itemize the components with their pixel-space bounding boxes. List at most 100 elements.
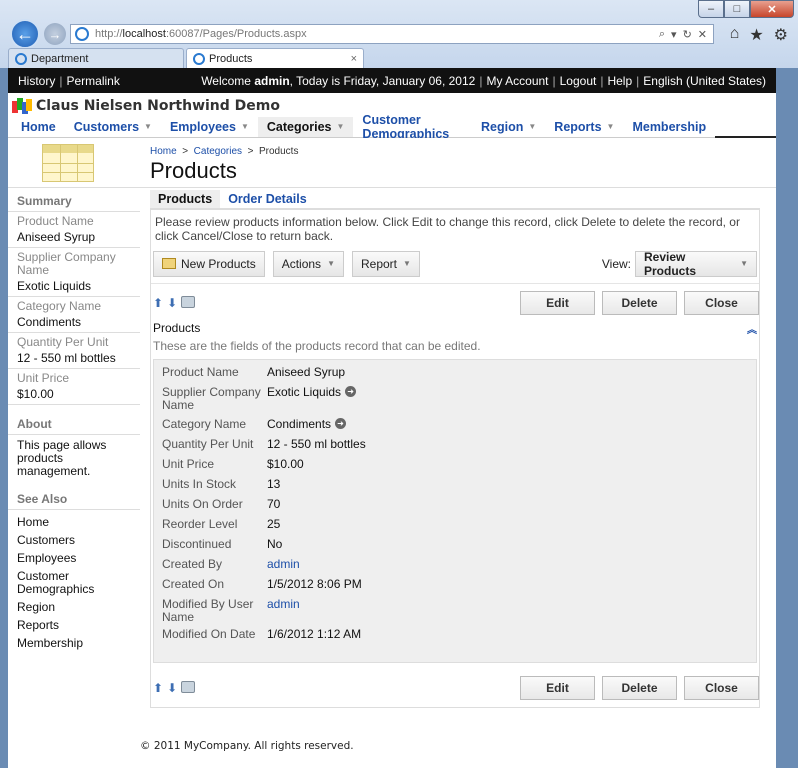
chevron-down-icon: ▼	[144, 122, 152, 131]
view-label: View:	[601, 256, 631, 271]
menu-region[interactable]: Region ▼	[472, 117, 545, 137]
summary-value: $10.00	[8, 386, 140, 405]
collapse-icon[interactable]: ︽	[747, 321, 757, 336]
menu-customers[interactable]: Customers ▼	[65, 117, 161, 137]
maximize-button[interactable]: □	[724, 0, 750, 18]
tab-products[interactable]: Products	[150, 190, 221, 208]
footer-copyright: © 2011 MyCompany. All rights reserved.	[140, 740, 354, 752]
field-row: Created On 1/5/2012 8:06 PM	[154, 576, 756, 596]
delete-button[interactable]: Delete	[602, 290, 677, 315]
menu-home[interactable]: Home	[12, 117, 65, 137]
address-bar[interactable]: http://localhost:60087/Pages/Products.as…	[70, 24, 714, 44]
menu-reports[interactable]: Reports ▼	[545, 117, 623, 137]
menu-underline	[715, 116, 776, 138]
field-label: Supplier Company Name	[162, 385, 261, 412]
chevron-down-icon: ▼	[327, 259, 335, 268]
forward-button[interactable]: →	[44, 23, 66, 45]
top-bar: History | Permalink Welcome admin, Today…	[8, 68, 776, 93]
modified-by-link[interactable]: admin	[267, 598, 300, 624]
edit-button[interactable]: Edit	[520, 290, 595, 315]
actions-button[interactable]: Actions ▼	[272, 250, 344, 277]
chevron-down-icon: ▼	[336, 122, 345, 131]
browser-tab-products[interactable]: Products ×	[186, 48, 364, 68]
close-button[interactable]: Close	[684, 290, 759, 315]
logout-link[interactable]: Logout	[560, 74, 597, 88]
compat-icon[interactable]: ▾	[671, 28, 677, 41]
breadcrumb-categories[interactable]: Categories	[194, 146, 242, 157]
new-products-button[interactable]: New Products	[153, 250, 265, 277]
field-label: Units In Stock	[162, 477, 237, 491]
field-row: Product Name Aniseed Syrup	[154, 364, 756, 384]
menu-categories[interactable]: Categories ▼	[257, 116, 354, 137]
created-by-link[interactable]: admin	[267, 558, 300, 574]
summary-label: Category Name	[17, 299, 102, 313]
edit-button[interactable]: Edit	[520, 676, 595, 700]
view-select[interactable]: Review Products ▼	[635, 250, 757, 278]
field-label: Created On	[162, 577, 225, 591]
favorites-star-icon[interactable]: ★	[749, 25, 763, 45]
stop-icon[interactable]: ✕	[698, 28, 707, 41]
field-value: Exotic Liquids ➜	[267, 386, 357, 412]
see-also-customers[interactable]: Customers	[8, 531, 140, 549]
print-icon[interactable]	[181, 295, 196, 308]
help-link[interactable]: Help	[607, 74, 632, 88]
field-value: 25	[267, 517, 281, 531]
section-title: Products ︽	[153, 321, 757, 336]
field-value: 13	[267, 477, 281, 491]
field-row: Modified On Date 1/6/2012 1:12 AM	[154, 626, 756, 646]
see-also-membership[interactable]: Membership	[8, 634, 140, 652]
summary-value: Condiments	[8, 314, 140, 333]
see-also-region[interactable]: Region	[8, 598, 140, 616]
menu-membership[interactable]: Membership	[623, 117, 715, 137]
field-value: $10.00	[267, 457, 304, 471]
search-icon[interactable]: ⌕	[659, 28, 665, 41]
see-also-employees[interactable]: Employees	[8, 549, 140, 567]
tab-order-details[interactable]: Order Details	[220, 190, 315, 208]
breadcrumb: Home > Categories > Products	[150, 146, 299, 157]
field-row: Unit Price $10.00	[154, 456, 756, 476]
main-content: Products Order Details Please review pro…	[150, 188, 760, 708]
field-row: Category Name Condiments ➜	[154, 416, 756, 436]
back-button[interactable]: ←	[10, 19, 40, 49]
previous-record-icon[interactable]: ⬆	[153, 681, 163, 695]
permalink-link[interactable]: Permalink	[66, 74, 119, 88]
field-value: 1/5/2012 8:06 PM	[267, 577, 362, 591]
see-also-heading: See Also	[8, 492, 140, 510]
menu-employees[interactable]: Employees ▼	[161, 117, 258, 137]
go-to-supplier-icon[interactable]: ➜	[345, 386, 357, 397]
tab-label: Department	[31, 52, 89, 65]
field-value: 1/6/2012 1:12 AM	[267, 627, 362, 641]
breadcrumb-home[interactable]: Home	[150, 146, 177, 157]
window-controls: – □ ✕	[698, 0, 794, 18]
next-record-icon[interactable]: ⬇	[167, 296, 177, 310]
history-link[interactable]: History	[18, 74, 55, 88]
breadcrumb-current: Products	[258, 146, 299, 157]
language-link[interactable]: English (United States)	[643, 74, 766, 88]
field-value: Aniseed Syrup	[267, 365, 346, 379]
previous-record-icon[interactable]: ⬆	[153, 296, 163, 310]
gear-icon[interactable]: ⚙	[774, 25, 788, 45]
my-account-link[interactable]: My Account	[486, 74, 548, 88]
delete-button[interactable]: Delete	[602, 676, 677, 700]
close-tab-icon[interactable]: ×	[351, 53, 357, 65]
close-window-button[interactable]: ✕	[750, 0, 794, 18]
form-panel: Please review products information below…	[150, 208, 760, 708]
next-record-icon[interactable]: ⬇	[167, 681, 177, 695]
app-logo-icon	[12, 98, 32, 114]
go-to-category-icon[interactable]: ➜	[335, 418, 347, 429]
minimize-button[interactable]: –	[698, 0, 724, 18]
fields-panel: Product Name Aniseed Syrup Supplier Compa…	[153, 359, 757, 663]
summary-value: Exotic Liquids	[8, 278, 140, 297]
home-icon[interactable]: ⌂	[730, 25, 740, 45]
report-button[interactable]: Report ▼	[351, 250, 420, 277]
see-also-customer-demographics[interactable]: Customer Demographics	[8, 567, 140, 598]
browser-tab-department[interactable]: Department	[8, 48, 184, 68]
see-also-reports[interactable]: Reports	[8, 616, 140, 634]
sidebar: Summary Product Name Aniseed Syrup Suppl…	[8, 188, 140, 652]
section-description: These are the fields of the products rec…	[153, 339, 481, 353]
refresh-icon[interactable]: ↻	[683, 28, 692, 41]
print-icon[interactable]	[181, 681, 196, 693]
see-also-home[interactable]: Home	[8, 513, 140, 531]
close-button[interactable]: Close	[684, 676, 759, 700]
summary-label: Unit Price	[17, 371, 70, 385]
